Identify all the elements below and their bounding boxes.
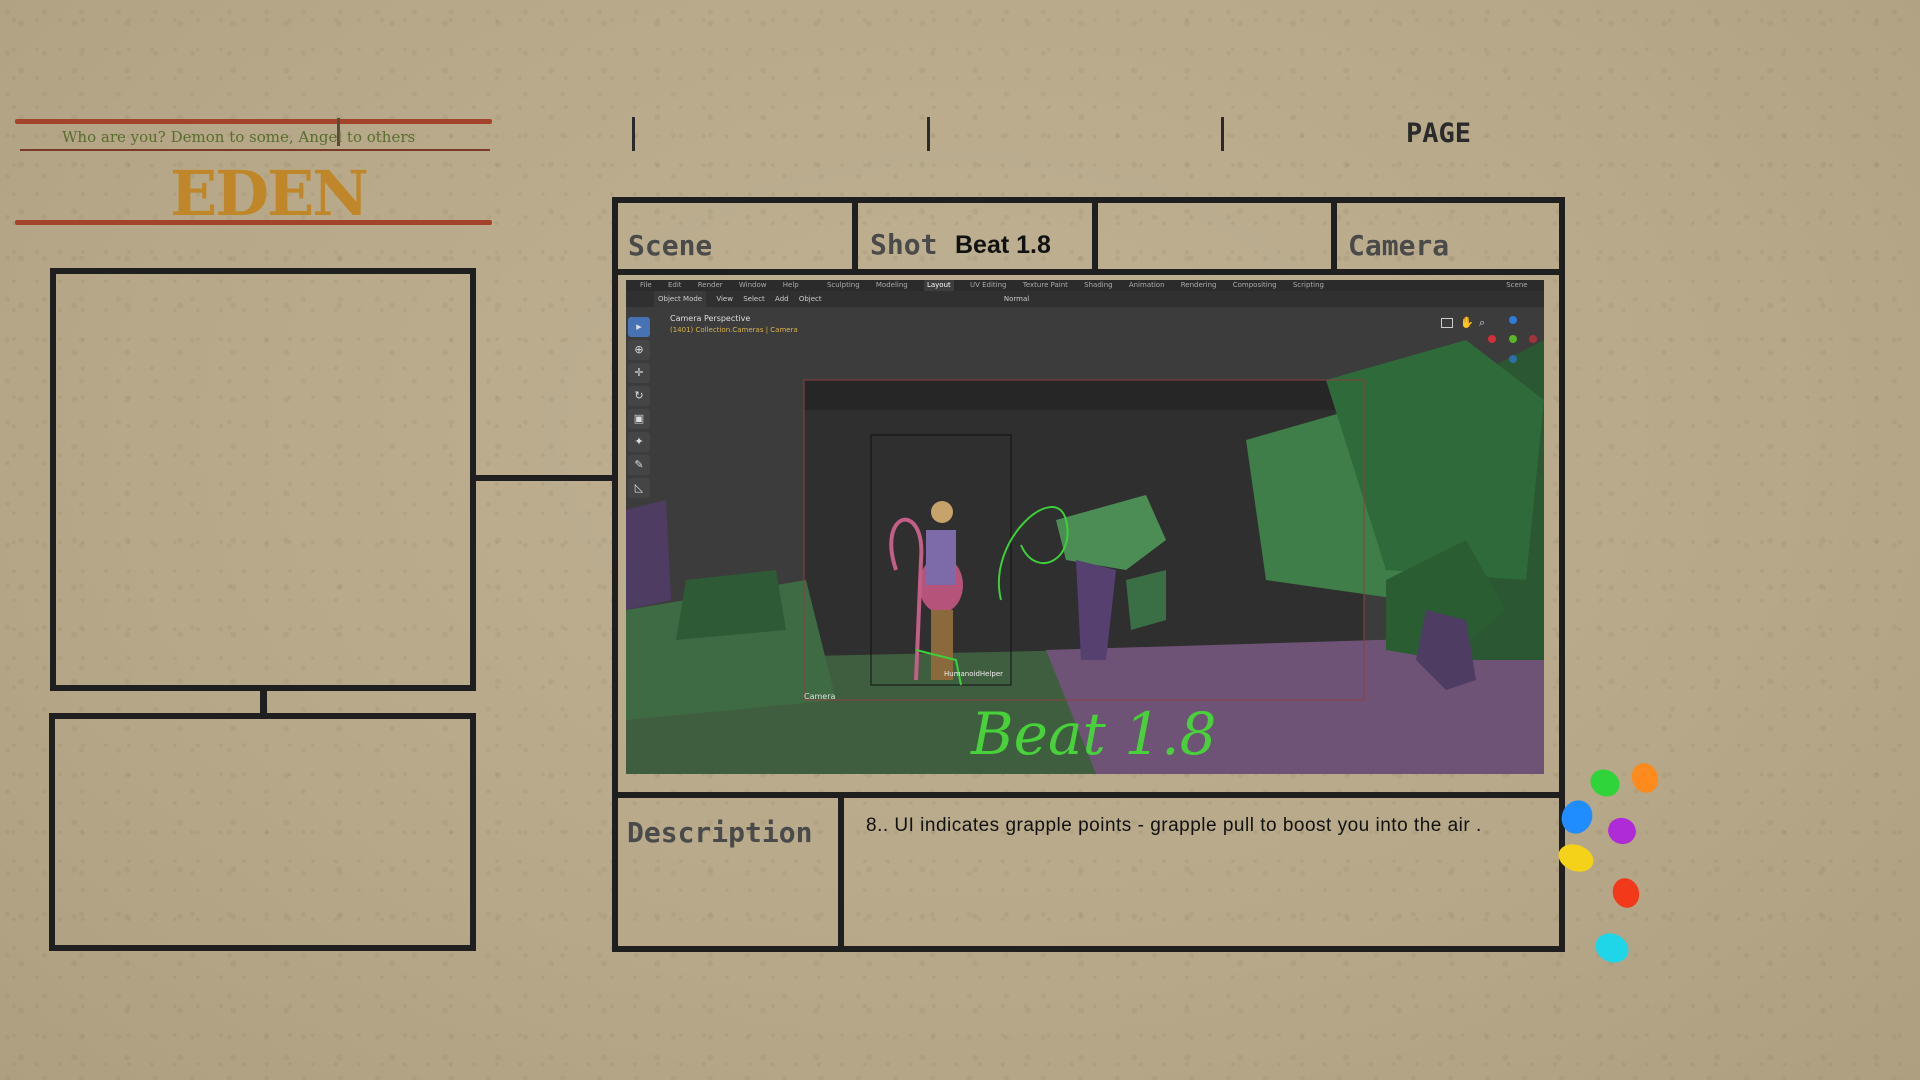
header-divider-2: [927, 117, 930, 151]
connector-vertical: [260, 689, 267, 715]
transform-orientation[interactable]: Normal: [1004, 291, 1029, 307]
gizmo-y-icon[interactable]: [1509, 335, 1517, 343]
gizmo-neg-x-icon[interactable]: [1529, 335, 1537, 343]
toolbar: ▸ ⊕ ✛ ↻ ▣ ✦ ✎ ◺: [628, 314, 654, 501]
workspace-tab-compositing[interactable]: Compositing: [1233, 280, 1277, 291]
view-title: Camera Perspective: [670, 314, 751, 323]
page-label: PAGE: [1406, 118, 1472, 149]
workspace-tab-shading[interactable]: Shading: [1084, 280, 1112, 291]
annotate-tool-icon[interactable]: ✎: [628, 455, 650, 475]
thumbnail-panel-bottom: [49, 713, 476, 951]
connector-horizontal: [474, 475, 616, 481]
camera-label: Camera: [1348, 229, 1450, 262]
header-menu-add[interactable]: Add: [775, 291, 789, 307]
measure-tool-icon[interactable]: ◺: [628, 478, 650, 498]
cell-divider-3: [1331, 197, 1337, 275]
gizmo-x-icon[interactable]: [1488, 335, 1496, 343]
shot-label: Shot: [870, 228, 938, 261]
shot-value: Beat 1.8: [955, 231, 1051, 259]
header-rule-thin: [20, 149, 490, 151]
cell-divider-2: [1092, 197, 1098, 275]
camera-object-label: Camera: [804, 692, 836, 701]
rig-label: HumanoidHelper: [944, 670, 1004, 678]
transform-tool-icon[interactable]: ✦: [628, 432, 650, 452]
blender-menu-edit[interactable]: Edit: [668, 280, 682, 291]
header-menu-view[interactable]: View: [716, 291, 733, 307]
zoom-icon[interactable]: ⌕: [1479, 316, 1485, 330]
header-rule-top: [15, 119, 492, 124]
cursor-tool-icon[interactable]: ⊕: [628, 340, 650, 360]
workspace-tab-modeling[interactable]: Modeling: [876, 280, 908, 291]
sketch-annotation: Beat 1.8: [971, 700, 1217, 768]
scene-selector[interactable]: Scene: [1506, 280, 1527, 291]
header-menu-select[interactable]: Select: [743, 291, 765, 307]
description-text: 8.. UI indicates grapple points - grappl…: [866, 815, 1482, 836]
tagline: Who are you? Demon to some, Angel to oth…: [62, 128, 416, 146]
header-divider-1: [632, 117, 635, 151]
workspace-tab-scripting[interactable]: Scripting: [1293, 280, 1324, 291]
blender-menu-window[interactable]: Window: [739, 280, 767, 291]
scene-label: Scene: [628, 229, 713, 262]
header-menu-object[interactable]: Object: [799, 291, 822, 307]
workspace-tab-rendering[interactable]: Rendering: [1181, 280, 1217, 291]
workspace-tab-texture-paint[interactable]: Texture Paint: [1023, 280, 1068, 291]
pan-hand-icon[interactable]: ✋: [1460, 316, 1474, 329]
rotate-tool-icon[interactable]: ↻: [628, 386, 650, 406]
header-rule-bottom: [15, 220, 492, 225]
description-row-divider: [612, 792, 1565, 798]
blender-menu-render[interactable]: Render: [698, 280, 723, 291]
camera-view-icon[interactable]: [1441, 318, 1453, 328]
mode-selector[interactable]: Object Mode: [654, 291, 707, 307]
select-tool-icon[interactable]: ▸: [628, 317, 650, 337]
view-subtitle: (1401) Collection.Cameras | Camera: [670, 326, 798, 334]
workspace-tab-animation[interactable]: Animation: [1129, 280, 1165, 291]
workspace-tab-sculpting[interactable]: Sculpting: [827, 280, 860, 291]
blender-topbar: File Edit Render Window Help Sculpting M…: [626, 280, 1544, 291]
blender-menu-file[interactable]: File: [640, 280, 652, 291]
viewport-header: Object Mode View Select Add Object Norma…: [626, 291, 1544, 307]
scale-tool-icon[interactable]: ▣: [628, 409, 650, 429]
description-divider: [838, 792, 844, 952]
header-row-divider: [612, 269, 1565, 275]
blender-viewport-screenshot: File Edit Render Window Help Sculpting M…: [626, 280, 1544, 774]
workspace-tab-uv-editing[interactable]: UV Editing: [970, 280, 1007, 291]
thumbnail-panel-top: [50, 268, 476, 691]
cell-divider-1: [852, 197, 858, 275]
header-divider-3: [1221, 117, 1224, 151]
description-label: Description: [627, 816, 813, 849]
gizmo-z-icon[interactable]: [1509, 316, 1517, 324]
gizmo-neg-z-icon[interactable]: [1509, 355, 1517, 363]
blender-menu-help[interactable]: Help: [783, 280, 799, 291]
move-tool-icon[interactable]: ✛: [628, 363, 650, 383]
workspace-tab-layout[interactable]: Layout: [923, 280, 954, 291]
